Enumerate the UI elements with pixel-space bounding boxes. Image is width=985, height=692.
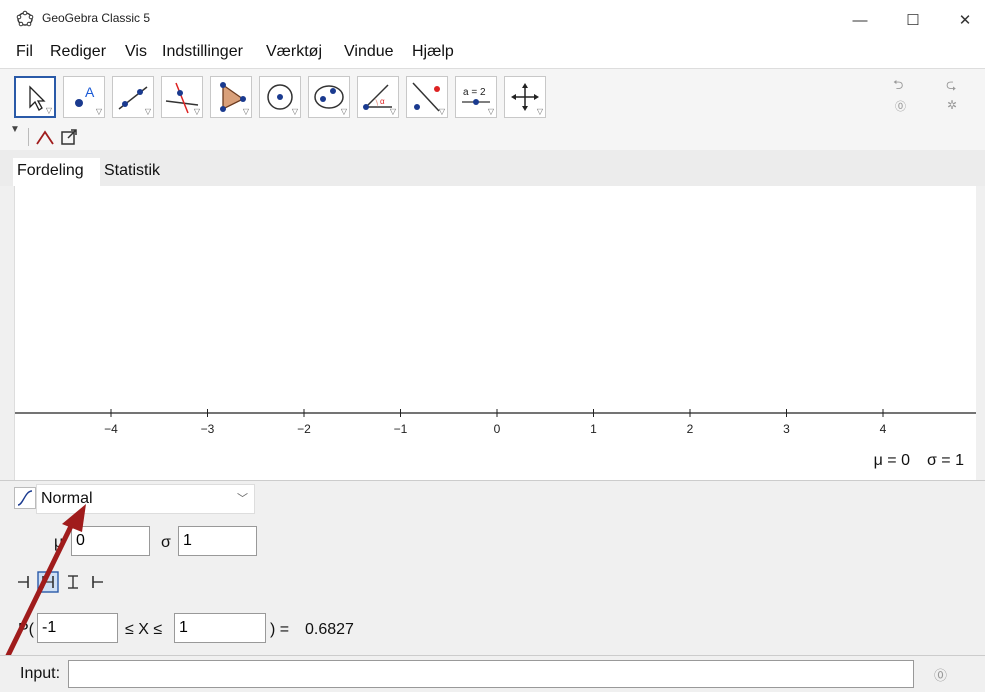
dropdown-triangle-icon: ▽ bbox=[487, 107, 494, 116]
toolbar: ▽ A ▽ ▽ ▽ ▽ ▽ ▽ α ▽ ▽ a = 2 ▽ ▽ bbox=[0, 68, 985, 126]
close-button[interactable]: ✕ bbox=[942, 6, 985, 34]
menu-rediger[interactable]: Rediger bbox=[50, 43, 106, 61]
slider-tool-label: a = 2 bbox=[463, 87, 486, 98]
x-axis-tick-label: 1 bbox=[590, 422, 597, 436]
dropdown-triangle-icon: ▽ bbox=[193, 107, 200, 116]
input-label: Input: bbox=[20, 665, 61, 682]
angle-tool-button[interactable]: α ▽ bbox=[357, 76, 399, 118]
x-axis-tick-label: 2 bbox=[687, 422, 694, 436]
dropdown-triangle-icon: ▽ bbox=[291, 107, 298, 116]
move-view-tool-button[interactable]: ▽ bbox=[504, 76, 546, 118]
settings-gear-icon[interactable]: ✲ bbox=[947, 98, 957, 112]
line-tool-button[interactable]: ▽ bbox=[112, 76, 154, 118]
help-icon[interactable]: ⓪ bbox=[895, 98, 906, 114]
menu-indstillinger[interactable]: Indstillinger bbox=[162, 43, 243, 61]
point-tool-button[interactable]: A ▽ bbox=[63, 76, 105, 118]
menu-hjaelp[interactable]: Hjælp bbox=[412, 43, 454, 61]
x-axis-tick-label: 3 bbox=[783, 422, 790, 436]
x-axis-tick-label: −3 bbox=[201, 422, 215, 436]
tab-bar: Fordeling Statistik bbox=[0, 150, 985, 186]
parameters-panel: Normal ﹀ μ σ P( ≤ X ≤ ) = 0.6827 bbox=[0, 480, 985, 651]
reflect-tool-button[interactable]: ▽ bbox=[406, 76, 448, 118]
svg-text:A: A bbox=[85, 84, 95, 100]
tab-distribution[interactable]: Fordeling bbox=[13, 158, 100, 186]
x-axis-tick-label: −4 bbox=[104, 422, 118, 436]
undo-icon[interactable]: ⮌ bbox=[893, 76, 903, 98]
export-icon[interactable] bbox=[60, 128, 78, 146]
x-axis-tick-label: −2 bbox=[297, 422, 311, 436]
dropdown-triangle-icon: ▽ bbox=[95, 107, 102, 116]
menu-fil[interactable]: Fil bbox=[16, 43, 33, 61]
x-axis-tick-label: −1 bbox=[394, 422, 408, 436]
input-help-icon[interactable]: ⓪ bbox=[934, 665, 947, 684]
x-axis-tick-label: 0 bbox=[494, 422, 501, 436]
view-style-bar: ▼ bbox=[0, 124, 985, 151]
svg-text:α: α bbox=[380, 97, 385, 106]
move-tool-button[interactable]: ▽ bbox=[14, 76, 56, 118]
probability-middle: ≤ X ≤ bbox=[125, 621, 163, 638]
dropdown-triangle-icon: ▽ bbox=[45, 106, 52, 115]
redo-icon[interactable]: ⮎ bbox=[946, 76, 956, 98]
collapse-triangle-icon[interactable]: ▼ bbox=[10, 124, 20, 135]
sigma-indicator: σ = 1 bbox=[926, 452, 964, 469]
title-bar: GeoGebra Classic 5 — ☐ ✕ bbox=[0, 0, 985, 38]
x-axis-tick-label: 4 bbox=[880, 422, 887, 436]
geogebra-logo-icon bbox=[16, 10, 34, 27]
dropdown-triangle-icon: ▽ bbox=[438, 107, 445, 116]
probability-suffix: ) = bbox=[270, 621, 290, 638]
tab-statistics[interactable]: Statistik bbox=[100, 158, 172, 186]
dropdown-triangle-icon: ▽ bbox=[340, 107, 347, 116]
polygon-tool-button[interactable]: ▽ bbox=[210, 76, 252, 118]
dropdown-triangle-icon: ▽ bbox=[389, 107, 396, 116]
plot-canvas: −4 −3 −2 −1 0 1 2 3 4 bbox=[15, 409, 976, 436]
dropdown-triangle-icon: ▽ bbox=[242, 107, 249, 116]
input-bar: Input: ⓪ bbox=[0, 655, 985, 692]
annotation-arrow-icon bbox=[0, 504, 86, 674]
circle-tool-button[interactable]: ▽ bbox=[259, 76, 301, 118]
window-title: GeoGebra Classic 5 bbox=[42, 11, 151, 25]
distribution-curve-icon[interactable] bbox=[34, 128, 56, 146]
command-input[interactable] bbox=[68, 660, 914, 688]
slider-tool-button[interactable]: a = 2 ▽ bbox=[455, 76, 497, 118]
chevron-down-icon: ﹀ bbox=[237, 493, 248, 505]
mu-indicator: μ = 0 bbox=[873, 452, 910, 469]
conic-tool-button[interactable]: ▽ bbox=[308, 76, 350, 118]
perpendicular-tool-button[interactable]: ▽ bbox=[161, 76, 203, 118]
dropdown-triangle-icon: ▽ bbox=[144, 107, 151, 116]
distribution-plot[interactable]: −4 −3 −2 −1 0 1 2 3 4 μ = 0 σ = 1 bbox=[14, 186, 976, 480]
sigma-input[interactable] bbox=[178, 526, 257, 556]
menu-vaerktoej[interactable]: Værktøj bbox=[266, 43, 322, 61]
probability-result: 0.6827 bbox=[305, 621, 354, 638]
menu-bar: Fil Rediger Vis Indstillinger Værktøj Vi… bbox=[0, 38, 985, 68]
sigma-label: σ bbox=[161, 534, 171, 551]
minimize-button[interactable]: — bbox=[837, 6, 883, 34]
undo-redo-group: ⮌ ⮎ ⓪ ✲ bbox=[880, 72, 980, 120]
menu-vindue[interactable]: Vindue bbox=[344, 43, 394, 61]
menu-vis[interactable]: Vis bbox=[125, 43, 147, 61]
upper-bound-input[interactable] bbox=[174, 613, 266, 643]
divider bbox=[28, 128, 29, 146]
dropdown-triangle-icon: ▽ bbox=[536, 107, 543, 116]
maximize-button[interactable]: ☐ bbox=[890, 6, 936, 34]
